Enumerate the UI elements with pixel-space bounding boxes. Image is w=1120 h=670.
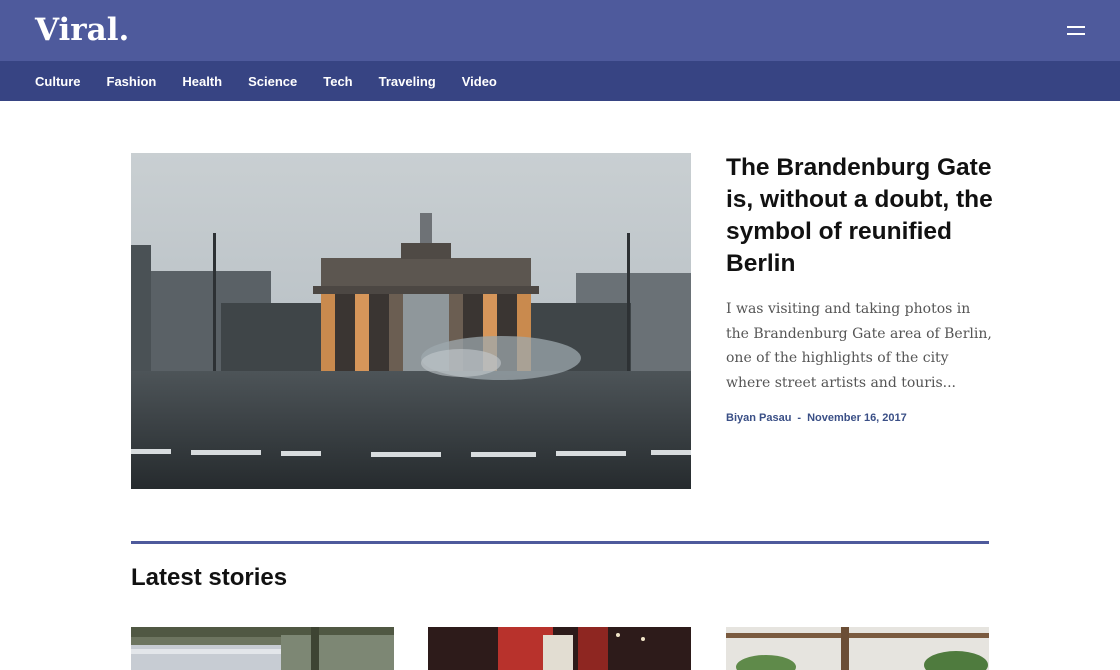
- category-nav-list: Culture Fashion Health Science Tech Trav…: [35, 61, 523, 101]
- story-thumbnail[interactable]: [726, 627, 989, 670]
- featured-article-image[interactable]: [131, 153, 691, 489]
- nav-item-video[interactable]: Video: [462, 74, 497, 89]
- article-author[interactable]: Biyan Pasau: [726, 412, 791, 424]
- nav-item-tech[interactable]: Tech: [323, 74, 352, 89]
- story-image-books: [428, 627, 691, 670]
- latest-stories-heading: Latest stories: [131, 564, 288, 591]
- featured-article-meta: Biyan Pasau - November 16, 2017: [726, 412, 907, 424]
- story-thumbnail[interactable]: [131, 627, 394, 670]
- hamburger-menu-icon[interactable]: [1064, 22, 1090, 40]
- story-image-plants: [726, 627, 989, 670]
- category-nav: Culture Fashion Health Science Tech Trav…: [0, 61, 1120, 101]
- nav-item-culture[interactable]: Culture: [35, 74, 81, 89]
- nav-item-health[interactable]: Health: [182, 74, 222, 89]
- menu-line-bottom: [1067, 33, 1085, 35]
- brandenburg-gate-photo: [131, 153, 691, 489]
- top-bar: Viral.: [0, 0, 1120, 61]
- nav-item-science[interactable]: Science: [248, 74, 297, 89]
- nav-item-traveling[interactable]: Traveling: [379, 74, 436, 89]
- story-image-street: [131, 627, 394, 670]
- meta-separator: -: [797, 412, 802, 424]
- article-date: November 16, 2017: [807, 412, 907, 424]
- menu-line-top: [1067, 26, 1085, 28]
- featured-article-title[interactable]: The Brandenburg Gate is, without a doubt…: [726, 152, 996, 280]
- nav-item-fashion[interactable]: Fashion: [107, 74, 157, 89]
- section-divider: [131, 541, 989, 544]
- site-logo[interactable]: Viral.: [35, 12, 129, 48]
- featured-article-excerpt: I was visiting and taking photos in the …: [726, 301, 992, 391]
- story-thumbnail[interactable]: [428, 627, 691, 670]
